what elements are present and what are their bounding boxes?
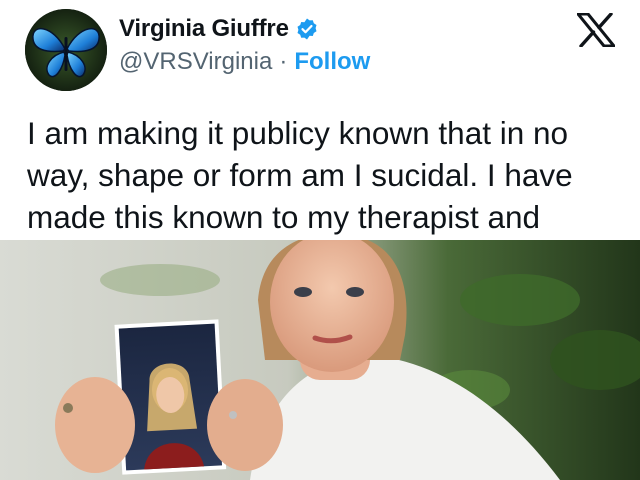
verified-badge-icon — [295, 17, 319, 41]
tweet-header: Virginia Giuffre @VRSVirginia · Follow — [0, 0, 640, 100]
separator: · — [279, 48, 288, 75]
butterfly-icon — [25, 9, 107, 91]
follow-button[interactable]: Follow — [294, 48, 370, 76]
display-name[interactable]: Virginia Giuffre — [119, 15, 289, 43]
x-logo-icon[interactable] — [577, 13, 615, 47]
avatar[interactable] — [25, 9, 107, 91]
tweet-text: I am making it publicy known that in no … — [27, 115, 573, 235]
handle[interactable]: @VRSVirginia — [119, 48, 272, 76]
name-row: Virginia Giuffre — [119, 15, 319, 43]
handle-row: @VRSVirginia · Follow — [119, 48, 370, 76]
attached-photo[interactable] — [0, 240, 640, 480]
